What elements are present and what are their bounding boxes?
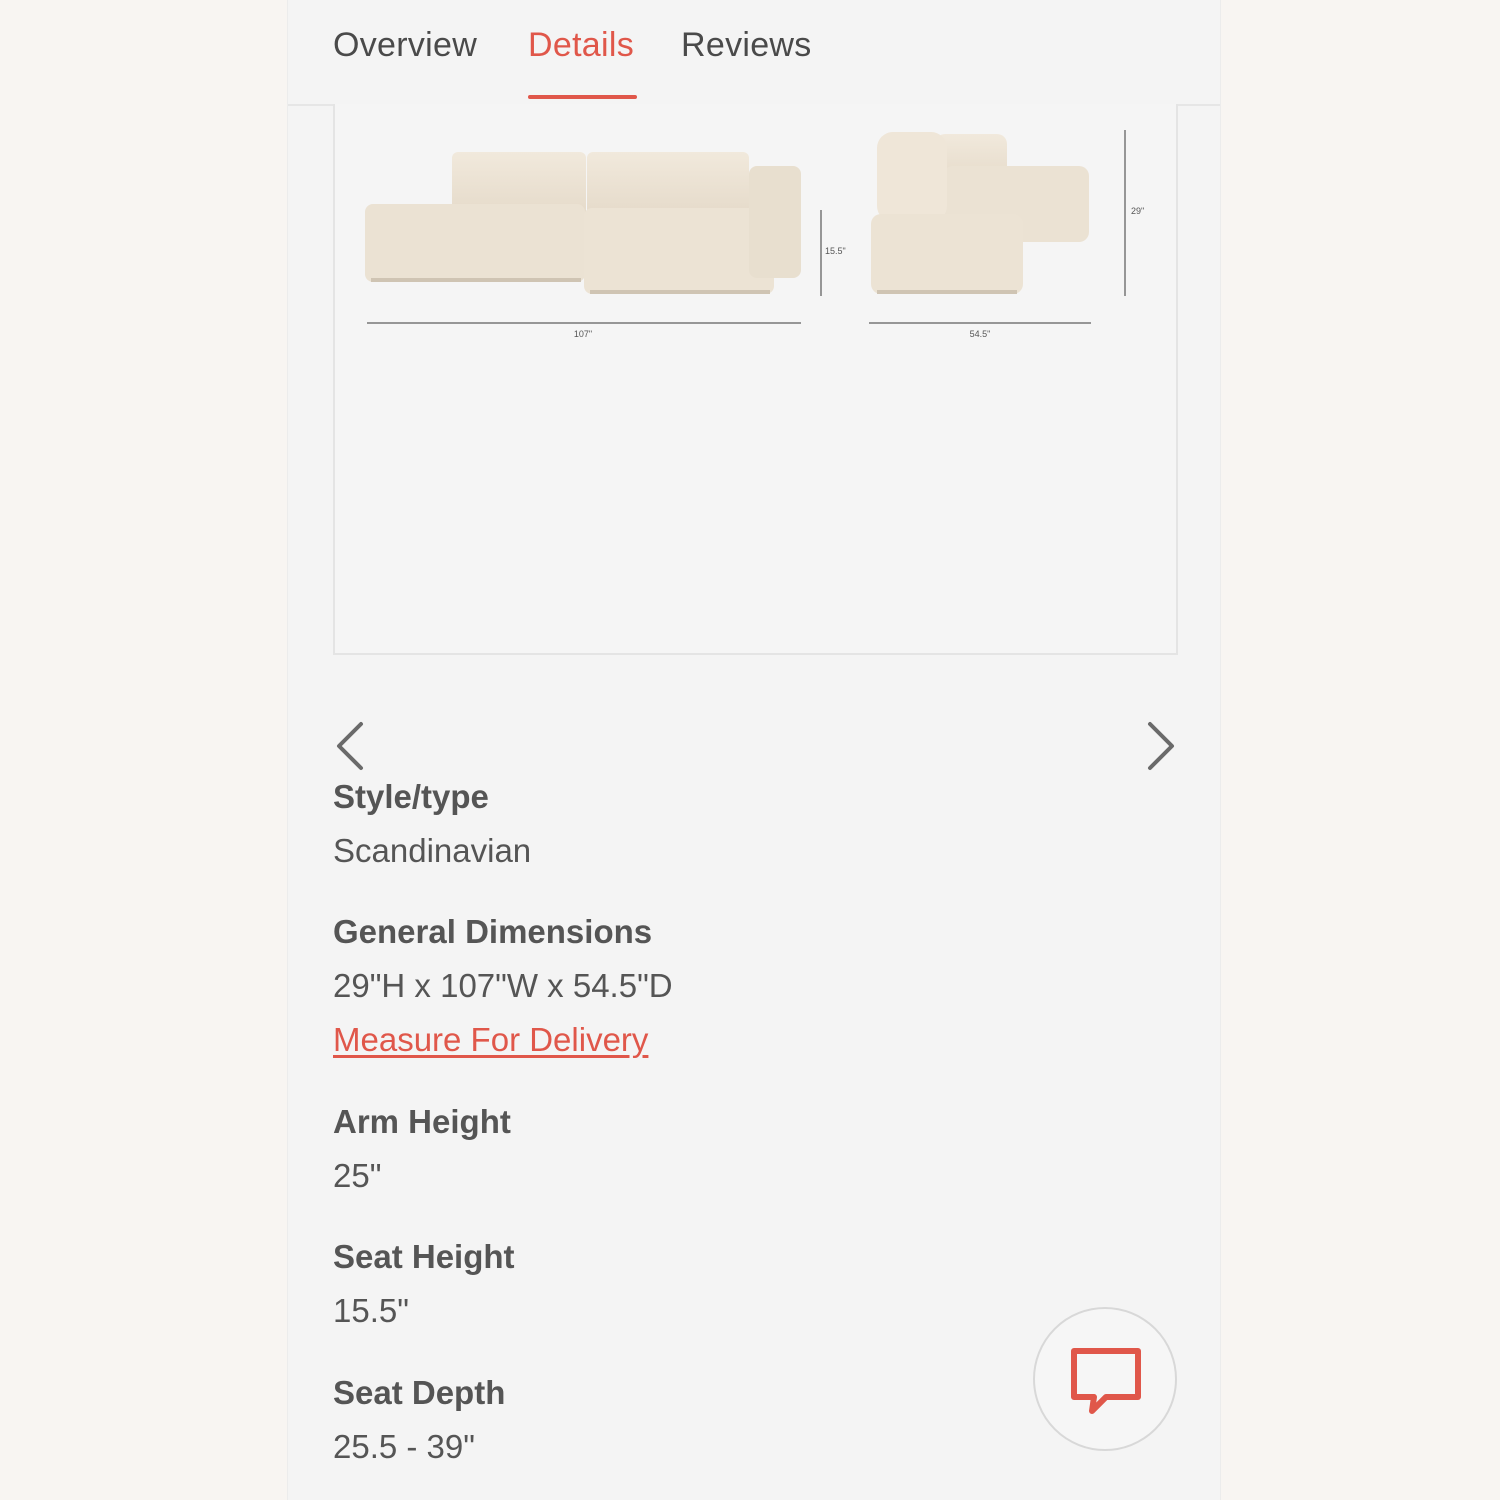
dimension-image: 107" 15.5" 54.5" 29" <box>333 104 1178 655</box>
measure-for-delivery-link[interactable]: Measure For Delivery <box>333 1020 648 1060</box>
spec-value: 15.5" <box>333 1292 409 1329</box>
tab-overview[interactable]: Overview <box>333 26 477 65</box>
spec-label: General Dimensions <box>333 913 653 950</box>
spec-value: Scandinavian <box>333 832 532 869</box>
spec-label: Arm Height <box>333 1103 511 1140</box>
depth-dimension-label: 54.5" <box>970 329 991 339</box>
carousel-prev-button[interactable] <box>331 718 371 774</box>
spec-seat-depth: Seat Depth 25.5 - 39" <box>333 1373 505 1467</box>
details-panel: Overview Details Reviews 107" 15.5" 54.5… <box>287 0 1221 1500</box>
spec-label: Style/type <box>333 778 489 815</box>
spec-label: Seat Height <box>333 1238 515 1275</box>
spec-style: Style/type Scandinavian <box>333 777 531 871</box>
sofa-side-view <box>871 132 1089 294</box>
active-tab-indicator <box>528 95 637 99</box>
spec-label: Seat Depth <box>333 1374 506 1411</box>
tab-bar: Overview Details Reviews <box>288 0 1220 106</box>
spec-value: 29"H x 107"W x 54.5"D <box>333 967 673 1004</box>
height-dimension-label: 29" <box>1131 206 1144 216</box>
sofa-dimension-drawing: 107" 15.5" 54.5" 29" <box>365 130 1144 339</box>
spec-value: 25.5 - 39" <box>333 1428 475 1465</box>
spec-arm-height: Arm Height 25" <box>333 1102 511 1196</box>
tab-details[interactable]: Details <box>528 26 634 65</box>
spec-value: 25" <box>333 1157 382 1194</box>
sofa-front-view <box>365 152 801 294</box>
chat-button[interactable] <box>1033 1307 1177 1451</box>
chevron-right-icon <box>1148 722 1174 770</box>
spec-seat-height: Seat Height 15.5" <box>333 1237 515 1331</box>
seat-height-dimension-label: 15.5" <box>825 246 846 256</box>
chat-bubble-icon <box>1071 1348 1141 1414</box>
chevron-left-icon <box>337 722 363 770</box>
carousel-next-button[interactable] <box>1140 718 1180 774</box>
width-dimension-label: 107" <box>574 329 592 339</box>
tab-reviews[interactable]: Reviews <box>681 26 812 65</box>
spec-general-dimensions: General Dimensions 29"H x 107"W x 54.5"D… <box>333 912 673 1060</box>
